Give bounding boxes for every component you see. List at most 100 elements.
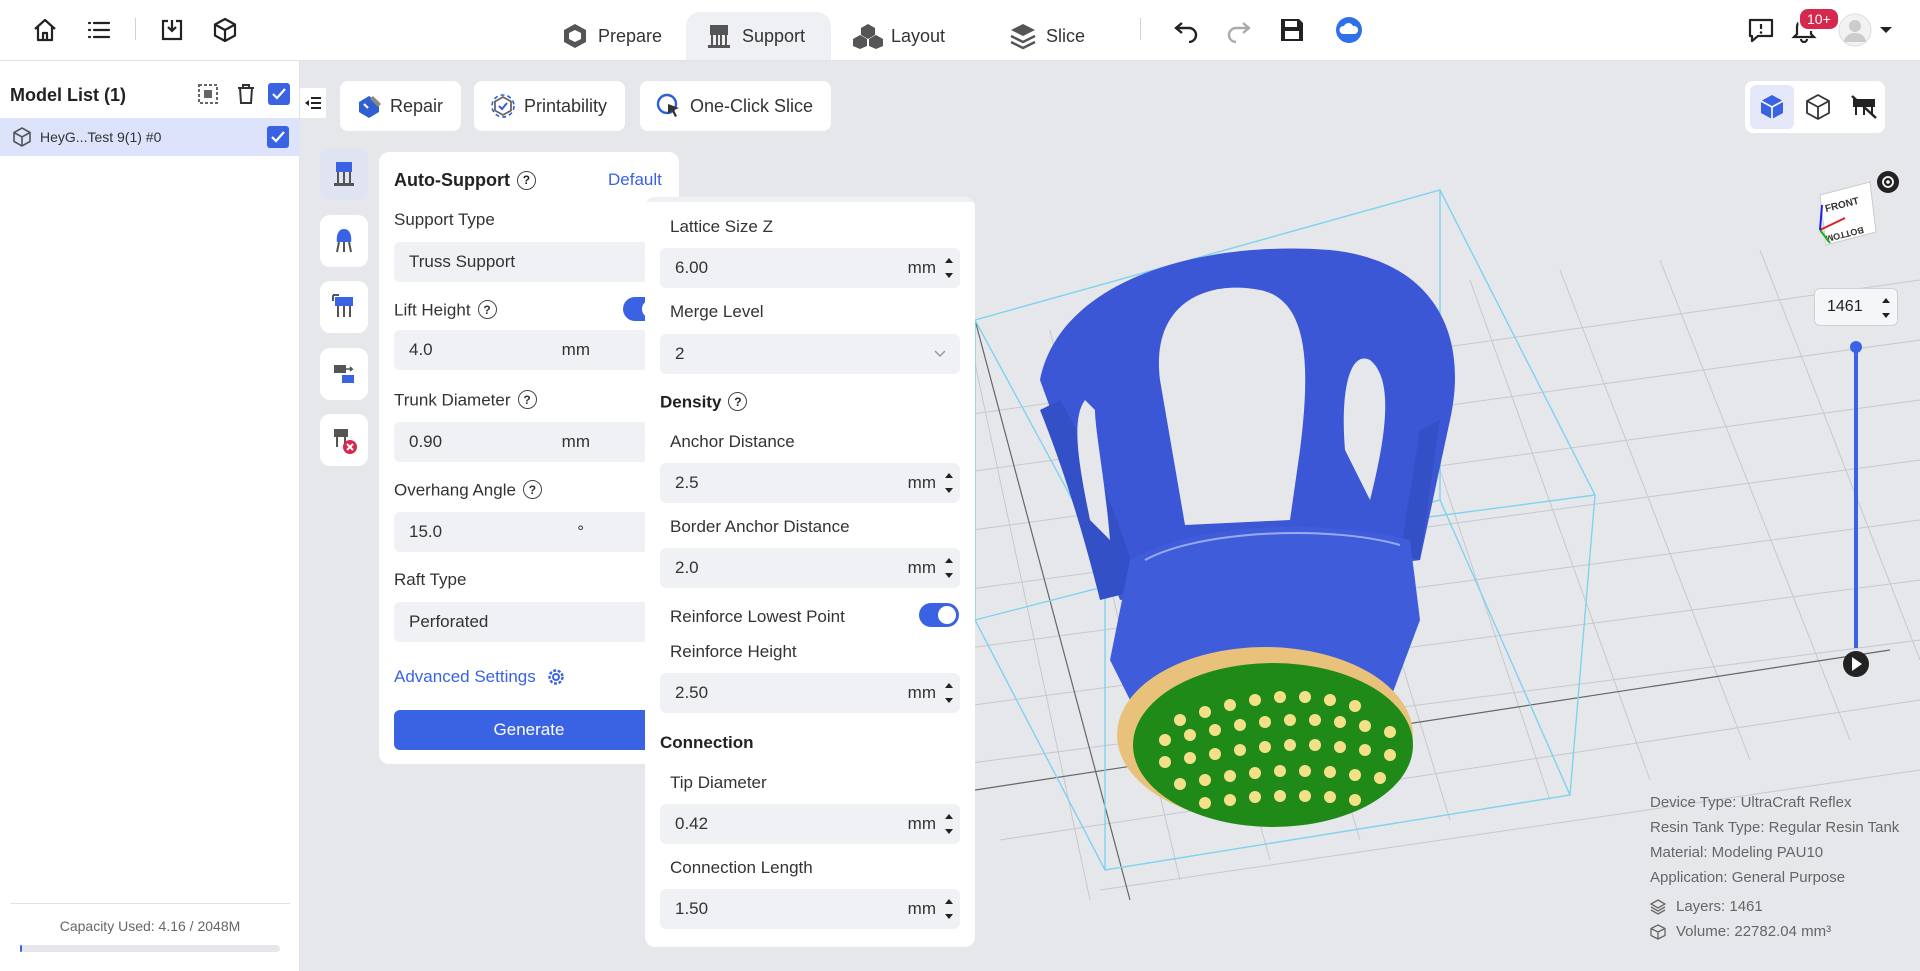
view-cube[interactable]: FRONT BOTTOM <box>1819 181 1877 246</box>
layers-count: Layers: 1461 <box>1676 898 1763 915</box>
reinforce-lowest-point-toggle[interactable] <box>919 603 959 627</box>
top-bar: Prepare Support Layout Slice 10+ <box>0 0 1920 61</box>
model-checkbox[interactable] <box>267 126 289 148</box>
slice-icon <box>1008 21 1038 51</box>
generate-button[interactable]: Generate <box>394 710 664 750</box>
reinforce-height-input[interactable]: 2.50 mm <box>660 673 960 713</box>
stepper-icon[interactable] <box>944 550 954 586</box>
model-cube-icon[interactable] <box>211 16 239 44</box>
support-type-select[interactable]: Truss Support <box>394 242 664 282</box>
avatar[interactable] <box>1838 13 1872 47</box>
stepper-icon[interactable] <box>944 250 954 286</box>
cloud-icon[interactable] <box>1335 16 1363 44</box>
delete-icon[interactable] <box>233 81 259 107</box>
wireframe-view-button[interactable] <box>1796 85 1840 129</box>
lattice-size-z-label: Lattice Size Z <box>670 217 773 236</box>
help-icon[interactable]: ? <box>522 480 542 499</box>
lattice-size-z-value: 6.00 <box>675 258 709 277</box>
unit-label: mm <box>561 340 590 359</box>
model-list-panel: Model List (1) HeyG...Test 9(1) #0 Capac… <box>0 61 300 971</box>
unit-label: mm <box>561 432 590 451</box>
connection-length-input[interactable]: 1.50 mm <box>660 889 960 929</box>
stepper-icon[interactable] <box>944 891 954 927</box>
undo-icon[interactable] <box>1172 16 1200 44</box>
tab-support[interactable]: Support <box>686 12 832 60</box>
list-icon[interactable] <box>85 16 113 44</box>
help-icon[interactable]: ? <box>477 300 497 319</box>
advanced-settings-link[interactable]: Advanced Settings <box>394 667 566 687</box>
lift-height-input[interactable]: 4.0 mm <box>394 330 664 370</box>
model-list-item[interactable]: HeyG...Test 9(1) #0 <box>0 118 300 156</box>
merge-level-value: 2 <box>675 344 685 363</box>
merge-level-select[interactable]: 2 <box>660 334 960 374</box>
model-3d[interactable] <box>1040 248 1455 827</box>
support-type-label: Support Type <box>394 210 495 229</box>
layers-row: Layers: 1461 <box>1650 894 1899 919</box>
tab-slice[interactable]: Slice <box>1008 12 1085 60</box>
model-name: HeyG...Test 9(1) #0 <box>40 129 162 145</box>
auto-support-title: Auto-Support? <box>394 170 536 191</box>
support-icon <box>704 21 734 51</box>
unit-label: ° <box>577 522 584 541</box>
save-icon[interactable] <box>1278 16 1306 44</box>
lattice-size-z-input[interactable]: 6.00 mm <box>660 248 960 288</box>
printability-icon <box>488 91 518 121</box>
connection-length-value: 1.50 <box>675 899 709 918</box>
collapse-icon <box>305 97 321 109</box>
repair-button[interactable]: Repair <box>340 81 462 131</box>
select-area-icon[interactable] <box>195 81 221 107</box>
overhang-angle-input[interactable]: 15.0 ° <box>394 512 664 552</box>
tip-diameter-input[interactable]: 0.42 mm <box>660 804 960 844</box>
tab-prepare[interactable]: Prepare <box>560 12 662 60</box>
auto-support-tool[interactable] <box>320 148 368 200</box>
device-type: Device Type: UltraCraft Reflex <box>1650 794 1852 811</box>
tip-diameter-value: 0.42 <box>675 814 709 833</box>
raft-type-label: Raft Type <box>394 570 467 589</box>
chevron-down-icon[interactable] <box>1877 16 1895 44</box>
preset-selector[interactable]: Default <box>608 170 662 190</box>
border-anchor-distance-input[interactable]: 2.0 mm <box>660 548 960 588</box>
redo-icon[interactable] <box>1225 16 1253 44</box>
stepper-icon[interactable] <box>944 806 954 842</box>
trunk-diameter-value: 0.90 <box>409 432 443 451</box>
collapse-panel-button[interactable] <box>300 88 326 118</box>
support-type-value: Truss Support <box>409 252 516 271</box>
trunk-diameter-input[interactable]: 0.90 mm <box>394 422 664 462</box>
border-anchor-distance-value: 2.0 <box>675 558 699 577</box>
help-icon[interactable]: ? <box>517 390 537 409</box>
hide-support-button[interactable] <box>1842 85 1886 129</box>
help-icon[interactable]: ? <box>728 392 748 411</box>
notification-badge: 10+ <box>1798 7 1840 31</box>
support-tools <box>318 148 370 468</box>
feedback-icon[interactable] <box>1747 16 1775 44</box>
manual-support-tool[interactable] <box>320 215 368 267</box>
reinforce-lowest-point-label: Reinforce Lowest Point <box>670 607 845 626</box>
connection-length-label: Connection Length <box>670 858 813 877</box>
home-icon[interactable] <box>31 16 59 44</box>
merge-level-label: Merge Level <box>670 302 764 321</box>
layer-input[interactable]: 1461 <box>1814 288 1898 326</box>
layer-slider-handle[interactable] <box>1850 341 1862 353</box>
stepper-icon[interactable] <box>944 675 954 711</box>
support-edit-tool[interactable] <box>320 281 368 333</box>
one-click-slice-button[interactable]: One-Click Slice <box>640 81 832 131</box>
border-anchor-distance-label: Border Anchor Distance <box>670 517 850 536</box>
support-transform-tool[interactable] <box>320 348 368 400</box>
anchor-distance-input[interactable]: 2.5 mm <box>660 463 960 503</box>
tab-layout[interactable]: Layout <box>853 12 945 60</box>
import-icon[interactable] <box>158 16 186 44</box>
scroll-edge <box>645 197 975 202</box>
repair-icon <box>354 91 384 121</box>
delete-support-tool[interactable] <box>320 414 368 466</box>
select-all-checkbox[interactable] <box>266 81 292 107</box>
raft-type-select[interactable]: Perforated <box>394 602 664 642</box>
help-icon[interactable]: ? <box>516 170 536 190</box>
stepper-icon[interactable] <box>944 465 954 501</box>
printability-button[interactable]: Printability <box>474 81 626 131</box>
lift-height-label: Lift Height? <box>394 300 497 321</box>
unit-label: mm <box>907 473 936 492</box>
stepper-icon[interactable] <box>1881 291 1891 325</box>
resin-tank-type: Resin Tank Type: Regular Resin Tank <box>1650 819 1900 836</box>
solid-view-button[interactable] <box>1750 85 1794 129</box>
support-transform-icon <box>334 365 354 383</box>
